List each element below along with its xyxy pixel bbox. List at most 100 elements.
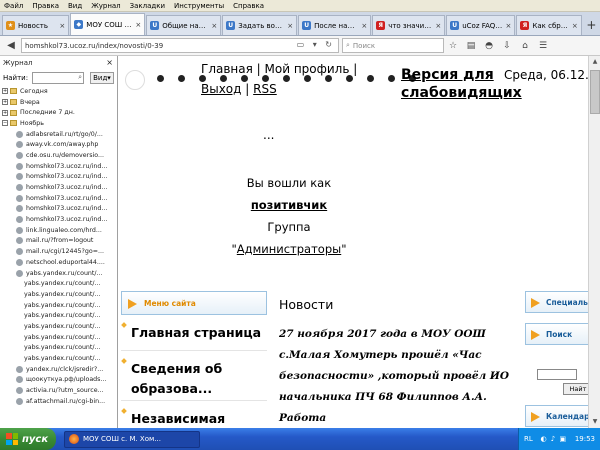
- tab[interactable]: UОбщие настр...×: [146, 15, 222, 35]
- history-item[interactable]: щоокуткуа.рф/uploads...: [0, 375, 117, 386]
- close-tab-icon[interactable]: ×: [572, 22, 578, 30]
- user-link[interactable]: позитивчик: [169, 194, 409, 216]
- contrast-icon[interactable]: [283, 75, 290, 82]
- history-item[interactable]: homshkol73.ucoz.ru/ind...: [0, 193, 117, 204]
- view-icon[interactable]: [367, 75, 374, 82]
- new-tab-icon[interactable]: +: [583, 15, 600, 35]
- globe-icon: [16, 130, 23, 138]
- tab[interactable]: Ячто значит сб...×: [372, 15, 446, 35]
- url-bar[interactable]: homshkol73.ucoz.ru/index/novosti/0-39 ▭ …: [21, 38, 339, 53]
- site-menu-item[interactable]: Сведения об образова...: [121, 351, 267, 401]
- menu-item[interactable]: Инструменты: [174, 2, 224, 10]
- close-tab-icon[interactable]: ×: [506, 22, 512, 30]
- sidebar-search-input[interactable]: ⌕: [32, 72, 85, 84]
- taskbar-item-firefox[interactable]: МОУ СОШ с. М. Хом...: [64, 430, 200, 448]
- history-item[interactable]: yandex.ru/clck/jsredir?...: [0, 364, 117, 375]
- close-tab-icon[interactable]: ×: [211, 22, 217, 30]
- close-tab-icon[interactable]: ×: [135, 21, 141, 29]
- settings-icon[interactable]: [388, 75, 395, 82]
- close-tab-icon[interactable]: ×: [361, 22, 367, 30]
- menu-item[interactable]: Справка: [233, 2, 264, 10]
- url-actions-icon[interactable]: ▭ ▾ ↻: [297, 40, 335, 49]
- site-menu-item[interactable]: Главная страница: [121, 315, 267, 351]
- close-icon[interactable]: ×: [106, 58, 113, 67]
- group-link[interactable]: Администраторы: [237, 242, 341, 256]
- history-item[interactable]: yabs.yandex.ru/count/...: [0, 300, 117, 311]
- font-icon[interactable]: [199, 75, 206, 82]
- scroll-thumb[interactable]: [590, 70, 600, 114]
- history-item[interactable]: activia.ru/?utm_source...: [0, 385, 117, 396]
- download-icon[interactable]: ⇩: [498, 41, 516, 51]
- vertical-scrollbar[interactable]: ▲ ▼: [588, 56, 600, 428]
- menu-item[interactable]: Правка: [32, 2, 59, 10]
- history-item[interactable]: mail.ru/cgi/12445?go=...: [0, 246, 117, 257]
- close-tab-icon[interactable]: ×: [287, 22, 293, 30]
- language-indicator[interactable]: RL: [524, 435, 533, 443]
- block-icon[interactable]: [304, 75, 311, 82]
- history-folder[interactable]: + Сегодня: [0, 86, 117, 97]
- history-item[interactable]: away.vk.com/away.php: [0, 139, 117, 150]
- sound-icon[interactable]: [325, 75, 332, 82]
- history-item[interactable]: adlabsretail.ru/rt/go/0/...: [0, 129, 117, 140]
- history-item[interactable]: netschool.eduportal44....: [0, 257, 117, 268]
- history-item[interactable]: yabs.yandex.ru/count/...: [0, 332, 117, 343]
- history-item[interactable]: yabs.yandex.ru/count/...: [0, 321, 117, 332]
- history-item[interactable]: homshkol73.ucoz.ru/ind...: [0, 214, 117, 225]
- reset-icon[interactable]: [346, 75, 353, 82]
- star-icon[interactable]: ☆: [444, 41, 462, 51]
- history-item[interactable]: yabs.yandex.ru/count/...: [0, 268, 117, 279]
- layout-icon[interactable]: [262, 75, 269, 82]
- library-icon[interactable]: ▤: [462, 41, 480, 51]
- start-button[interactable]: пуск: [0, 428, 56, 450]
- tab[interactable]: ◆ МОУ СОШ с... ×: [70, 13, 146, 35]
- history-item[interactable]: yabs.yandex.ru/count/...: [0, 343, 117, 354]
- tab[interactable]: UuCoz FAQ - О... ×: [446, 15, 516, 35]
- history-item[interactable]: cde.osu.ru/demoversio...: [0, 150, 117, 161]
- history-item[interactable]: homshkol73.ucoz.ru/ind...: [0, 204, 117, 215]
- expand-icon[interactable]: +: [2, 109, 8, 116]
- color-icon[interactable]: [241, 75, 248, 82]
- circle-a-icon[interactable]: [178, 75, 185, 82]
- history-item[interactable]: link.lingualeo.com/hrd...: [0, 225, 117, 236]
- rss-link[interactable]: RSS: [253, 82, 277, 96]
- tray-icons[interactable]: ◐ ♪ ▣: [540, 435, 567, 443]
- site-menu-item[interactable]: Независимая: [121, 401, 267, 428]
- pocket-icon[interactable]: ◓: [480, 41, 498, 51]
- search-input[interactable]: ⌕ Поиск: [342, 38, 444, 53]
- menu-item[interactable]: Вид: [68, 2, 82, 10]
- letter-a-icon[interactable]: [157, 75, 164, 82]
- home-icon[interactable]: ⌂: [516, 41, 534, 51]
- scroll-up-icon[interactable]: ▲: [589, 56, 600, 68]
- back-icon[interactable]: ◀: [3, 38, 19, 54]
- tab[interactable]: ЯКак сбросить...×: [516, 15, 582, 35]
- menu-item[interactable]: Файл: [4, 2, 23, 10]
- close-tab-icon[interactable]: ×: [435, 22, 441, 30]
- expand-icon[interactable]: +: [2, 99, 8, 106]
- tab[interactable]: ★ Новость ×: [2, 15, 70, 35]
- image-icon[interactable]: [220, 75, 227, 82]
- expand-icon[interactable]: +: [2, 88, 8, 95]
- history-item[interactable]: mail.ru/?from=logout: [0, 236, 117, 247]
- history-item[interactable]: yabs.yandex.ru/count/...: [0, 289, 117, 300]
- history-folder[interactable]: + Последние 7 дн.: [0, 107, 117, 118]
- menu-item[interactable]: Журнал: [91, 2, 120, 10]
- scroll-down-icon[interactable]: ▼: [589, 416, 600, 428]
- menu-icon[interactable]: ☰: [534, 41, 552, 51]
- history-folder[interactable]: + Вчера: [0, 97, 117, 108]
- tab[interactable]: UЗадать вопро...×: [222, 15, 298, 35]
- history-item[interactable]: homshkol73.ucoz.ru/ind...: [0, 182, 117, 193]
- tab[interactable]: UПосле накат...×: [298, 15, 372, 35]
- history-item[interactable]: yabs.yandex.ru/count/...: [0, 278, 117, 289]
- view-button[interactable]: Вид ▾: [90, 72, 114, 84]
- history-item[interactable]: homshkol73.ucoz.ru/ind...: [0, 172, 117, 183]
- history-item[interactable]: yabs.yandex.ru/count/...: [0, 353, 117, 364]
- menu-item[interactable]: Закладки: [130, 2, 165, 10]
- history-folder[interactable]: − Ноябрь: [0, 118, 117, 129]
- history-item[interactable]: yabs.yandex.ru/count/...: [0, 310, 117, 321]
- exit-link[interactable]: Выход: [201, 82, 241, 96]
- close-tab-icon[interactable]: ×: [59, 22, 65, 30]
- expand-icon[interactable]: −: [2, 120, 8, 127]
- history-item[interactable]: homshkol73.ucoz.ru/ind...: [0, 161, 117, 172]
- history-item[interactable]: af.attachmail.ru/cgi-bin...: [0, 396, 117, 407]
- site-search-input[interactable]: [537, 369, 577, 380]
